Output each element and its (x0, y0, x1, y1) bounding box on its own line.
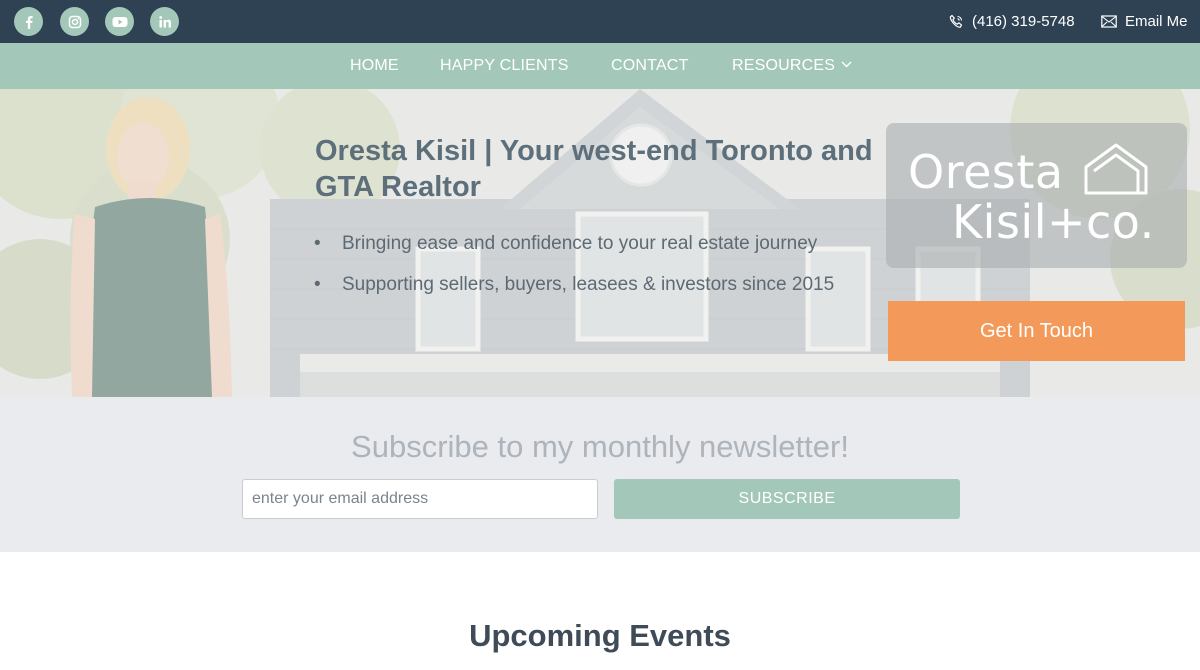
facebook-icon[interactable] (14, 7, 43, 36)
main-nav: HOME HAPPY CLIENTS CONTACT RESOURCES (0, 43, 1200, 89)
envelope-icon (1101, 15, 1117, 28)
newsletter-section: Subscribe to my monthly newsletter! SUBS… (0, 397, 1200, 552)
hero-section: Oresta Kisil | Your west-end Toronto and… (0, 89, 1200, 397)
email-link[interactable]: Email Me (1101, 12, 1188, 31)
house-icon (1084, 143, 1148, 195)
events-title: Upcoming Events (469, 618, 731, 653)
logo-text-line1: Oresta (908, 145, 1064, 199)
get-in-touch-button[interactable]: Get In Touch (888, 301, 1185, 361)
hero-bullets: • Bringing ease and confidence to your re… (314, 229, 859, 311)
hero-bullet: • Supporting sellers, buyers, leasees & i… (314, 274, 835, 295)
instagram-icon[interactable] (60, 7, 89, 36)
hero-bullet: • Bringing ease and confidence to your re… (314, 233, 818, 254)
brand-logo: Oresta Kisil+co. (886, 123, 1187, 268)
phone-link[interactable]: (416) 319-5748 (948, 12, 1075, 31)
chevron-down-icon (841, 61, 852, 68)
nav-item-resources[interactable]: RESOURCES (732, 43, 852, 89)
subscribe-button[interactable]: SUBSCRIBE (614, 479, 960, 519)
top-bar: (416) 319-5748 Email Me (0, 0, 1200, 43)
email-label: Email Me (1125, 13, 1188, 30)
newsletter-email-input[interactable] (242, 479, 598, 519)
youtube-icon[interactable] (105, 7, 134, 36)
nav-item-happy-clients[interactable]: HAPPY CLIENTS (440, 43, 569, 89)
phone-icon (949, 14, 963, 28)
nav-item-home[interactable]: HOME (350, 43, 399, 89)
nav-item-contact[interactable]: CONTACT (611, 43, 689, 89)
nav-item-resources-label: RESOURCES (732, 57, 836, 74)
newsletter-title: Subscribe to my monthly newsletter! (351, 429, 849, 464)
hero-bullet-text: Bringing ease and confidence to your rea… (342, 233, 818, 254)
logo-text-line2: Kisil+co. (952, 195, 1155, 249)
hero-bullet-text: Supporting sellers, buyers, leasees & in… (342, 274, 835, 295)
linkedin-icon[interactable] (150, 7, 179, 36)
hero-headline: Oresta Kisil | Your west-end Toronto and… (315, 135, 873, 203)
phone-number: (416) 319-5748 (972, 13, 1075, 30)
